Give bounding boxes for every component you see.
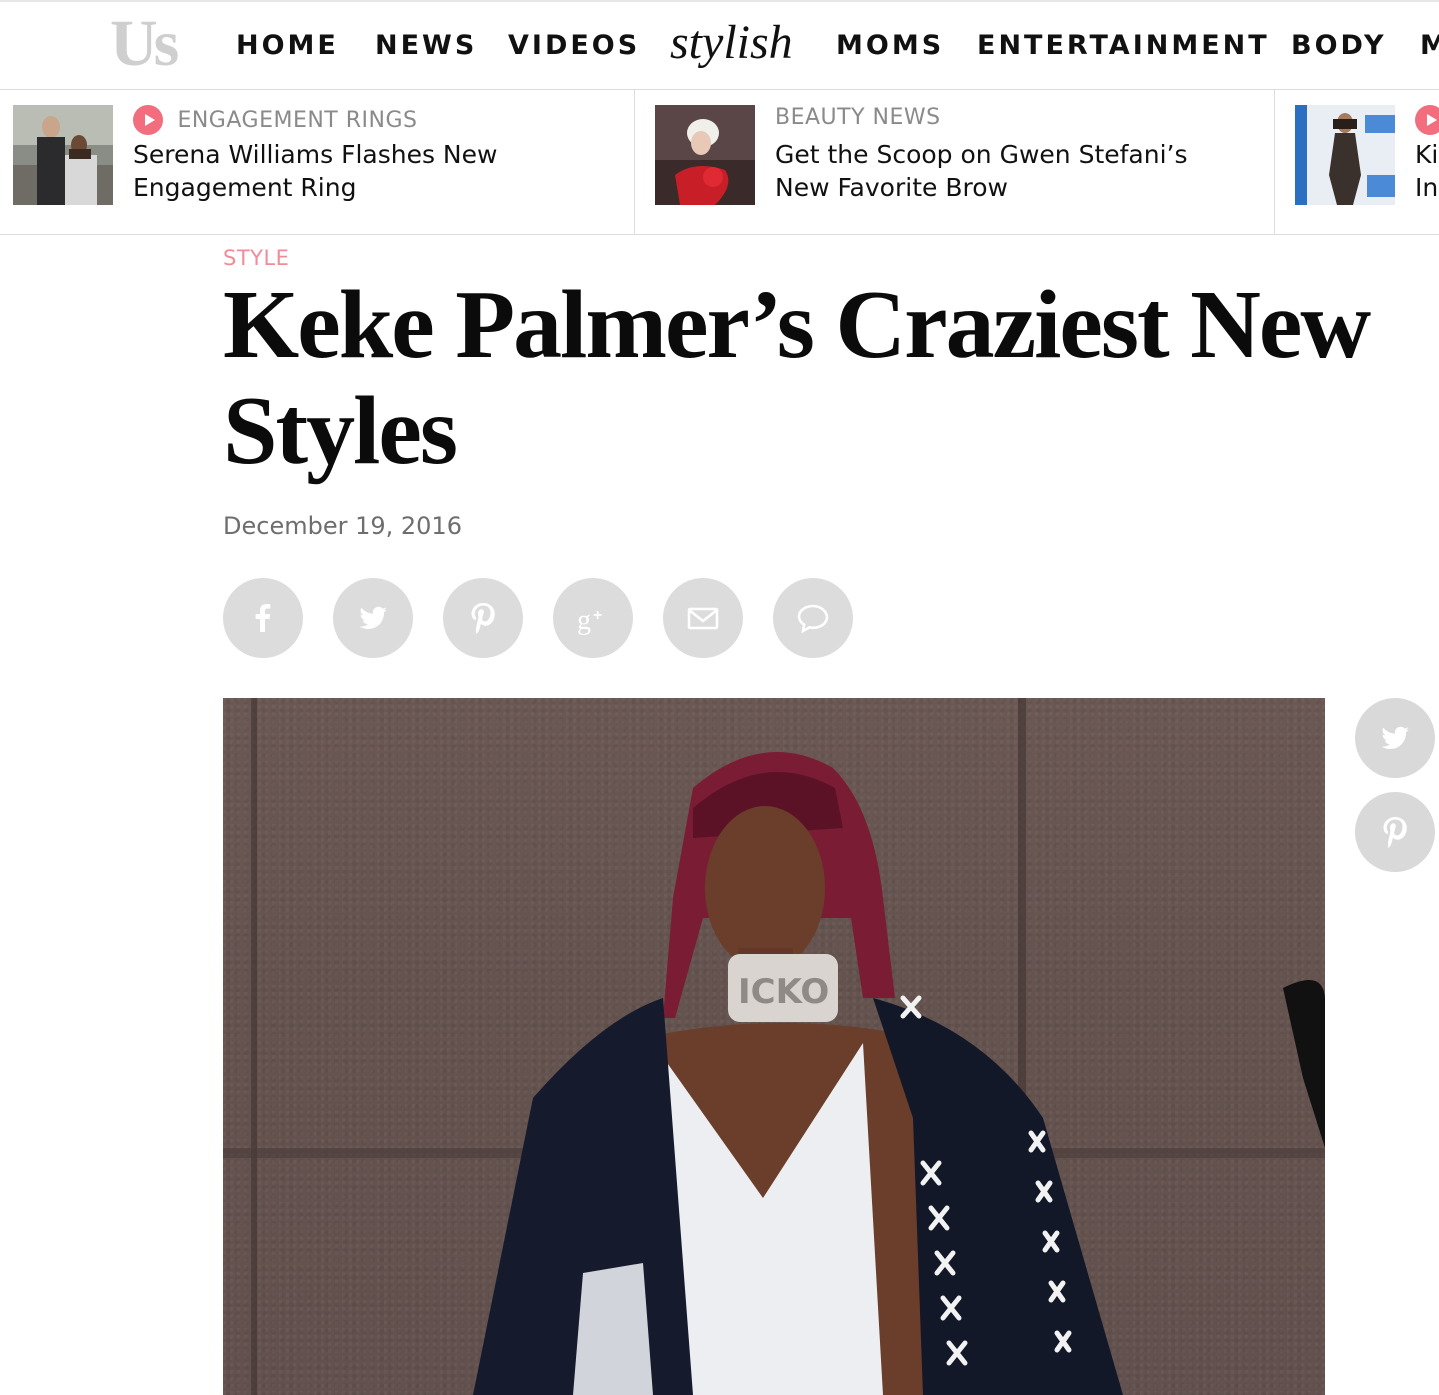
trending-category-row: BEAUTY NEWS bbox=[775, 105, 941, 135]
google-plus-icon: g + bbox=[577, 605, 602, 636]
trending-thumbnail bbox=[1295, 105, 1395, 205]
nav-item-videos[interactable]: VIDEOS bbox=[508, 26, 640, 66]
trending-title[interactable]: Serena Williams Flashes New Engagement R… bbox=[133, 138, 603, 204]
pinterest-icon bbox=[1383, 817, 1407, 849]
google-plus-share-button[interactable]: g + bbox=[553, 578, 633, 658]
section-tag[interactable]: STYLE bbox=[223, 246, 289, 270]
trending-thumbnail bbox=[655, 105, 755, 205]
trending-title[interactable]: Get the Scoop on Gwen Stefani’s New Favo… bbox=[775, 138, 1245, 204]
nav-item-body[interactable]: BODY bbox=[1291, 26, 1387, 66]
article-hero-photo[interactable]: ICKO bbox=[223, 698, 1325, 1395]
trending-category-row: ENGAGEMENT RINGS bbox=[133, 105, 417, 135]
pinterest-share-button[interactable] bbox=[443, 578, 523, 658]
trending-card[interactable]: ENGAGEMENT RINGS Serena Williams Flashes… bbox=[0, 90, 634, 234]
trending-category-row bbox=[1415, 105, 1439, 135]
nav-item-more[interactable]: M bbox=[1420, 26, 1439, 66]
divider bbox=[634, 90, 635, 234]
play-icon bbox=[1415, 105, 1439, 135]
us-logo[interactable]: Us bbox=[110, 8, 179, 80]
trending-thumbnail bbox=[13, 105, 113, 205]
svg-text:+: + bbox=[593, 607, 602, 624]
pinterest-icon bbox=[471, 603, 495, 635]
twitter-icon bbox=[1381, 726, 1409, 749]
facebook-share-button[interactable] bbox=[223, 578, 303, 658]
divider bbox=[1274, 90, 1275, 234]
email-share-button[interactable] bbox=[663, 578, 743, 658]
comment-icon bbox=[797, 604, 829, 634]
twitter-share-button[interactable] bbox=[333, 578, 413, 658]
trending-title[interactable]: Ki In bbox=[1415, 138, 1439, 204]
email-icon bbox=[687, 607, 719, 630]
trending-card[interactable]: BEAUTY NEWS Get the Scoop on Gwen Stefan… bbox=[642, 90, 1274, 234]
comment-button[interactable] bbox=[773, 578, 853, 658]
side-twitter-share-button[interactable] bbox=[1355, 698, 1435, 778]
top-navigation: Us HOME NEWS VIDEOS stylish MOMS ENTERTA… bbox=[0, 0, 1439, 90]
article-headline: Keke Palmer’s Craziest New Styles bbox=[223, 271, 1371, 485]
nav-item-stylish[interactable]: stylish bbox=[670, 14, 793, 72]
twitter-icon bbox=[359, 606, 387, 629]
nav-item-moms[interactable]: MOMS bbox=[836, 26, 944, 66]
trending-card[interactable]: Ki In bbox=[1282, 90, 1439, 234]
play-icon bbox=[133, 105, 163, 135]
side-pinterest-share-button[interactable] bbox=[1355, 792, 1435, 872]
nav-item-news[interactable]: NEWS bbox=[375, 26, 477, 66]
nav-item-home[interactable]: HOME bbox=[236, 26, 339, 66]
svg-text:ICKO: ICKO bbox=[738, 972, 829, 1012]
svg-text:g: g bbox=[577, 605, 591, 636]
trending-category: ENGAGEMENT RINGS bbox=[177, 107, 418, 133]
hero-illustration: ICKO bbox=[223, 698, 1325, 1395]
facebook-icon bbox=[255, 604, 271, 632]
trending-category: BEAUTY NEWS bbox=[775, 105, 941, 130]
nav-item-entertainment[interactable]: ENTERTAINMENT bbox=[977, 26, 1270, 66]
article-date: December 19, 2016 bbox=[223, 512, 462, 540]
trending-strip: ENGAGEMENT RINGS Serena Williams Flashes… bbox=[0, 90, 1439, 235]
